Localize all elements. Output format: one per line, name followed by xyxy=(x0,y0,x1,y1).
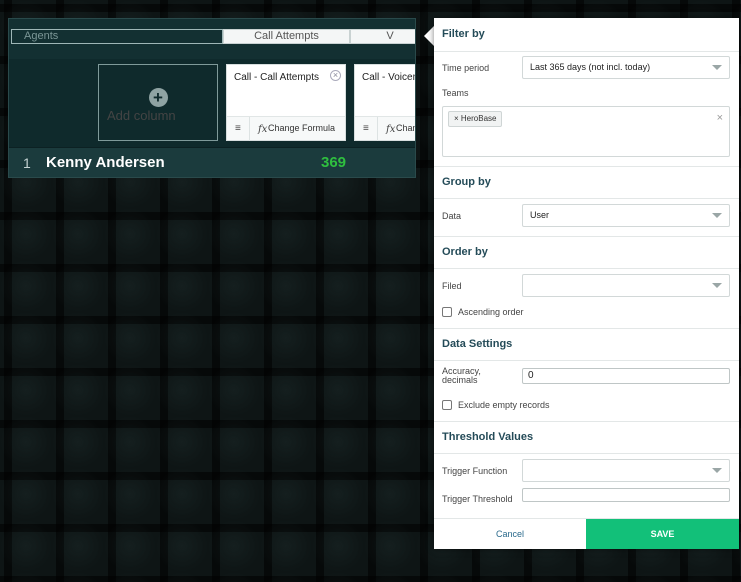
drag-handle-icon[interactable]: ≡ xyxy=(363,123,369,134)
group-data-value: User xyxy=(530,210,550,220)
formula-icon: fx xyxy=(258,124,268,135)
divider xyxy=(434,421,739,422)
plus-icon: + xyxy=(148,88,168,107)
chevron-down-icon xyxy=(712,65,722,70)
group-data-select[interactable]: User xyxy=(522,204,730,227)
trigger-threshold-label: Trigger Threshold xyxy=(442,494,513,504)
ascending-order-label: Ascending order xyxy=(458,307,524,317)
threshold-values-title: Threshold Values xyxy=(442,431,534,443)
accuracy-decimals-value: 0 xyxy=(528,370,534,381)
group-data-label: Data xyxy=(442,211,462,221)
divider xyxy=(434,453,739,454)
agents-header-cell[interactable]: Agents xyxy=(11,29,223,44)
widget-header-row: Agents Call Attempts V xyxy=(9,19,415,59)
clear-icon[interactable]: × xyxy=(717,112,723,124)
divider xyxy=(434,198,739,199)
table-row: 1 Kenny Andersen 369 xyxy=(9,147,415,177)
chevron-down-icon xyxy=(712,468,722,473)
column-header-voicemail[interactable]: V xyxy=(350,29,415,44)
trigger-function-select[interactable] xyxy=(522,459,730,482)
save-button[interactable]: SAVE xyxy=(586,519,739,549)
add-column-label: Add column xyxy=(107,108,176,123)
cancel-button[interactable]: Cancel xyxy=(434,519,586,549)
divider xyxy=(434,328,739,329)
column-card-title: Call - Call Attempts xyxy=(234,72,320,83)
order-by-title: Order by xyxy=(442,246,488,258)
time-period-label: Time period xyxy=(442,63,490,73)
column-header-call-attempts[interactable]: Call Attempts xyxy=(223,29,350,44)
remove-column-icon[interactable]: × xyxy=(330,70,341,81)
order-field-label: Filed xyxy=(442,281,462,291)
trigger-threshold-input[interactable] xyxy=(522,488,730,502)
formula-icon: fx xyxy=(386,124,396,135)
exclude-empty-checkbox[interactable] xyxy=(442,400,452,410)
divider xyxy=(434,51,739,52)
row-rank: 1 xyxy=(23,155,31,171)
order-field-select[interactable] xyxy=(522,274,730,297)
teams-label: Teams xyxy=(442,88,469,98)
divider xyxy=(249,117,250,141)
accuracy-decimals-input[interactable]: 0 xyxy=(522,368,730,384)
ascending-order-checkbox[interactable] xyxy=(442,307,452,317)
time-period-select[interactable]: Last 365 days (not incl. today) xyxy=(522,56,730,79)
column-card-voicemail: Call - Voicem ≡ fx Chan xyxy=(354,64,416,141)
change-formula-button[interactable]: Chan xyxy=(396,123,415,133)
divider xyxy=(434,166,739,167)
leaderboard-widget: Agents Call Attempts V + Add column Call… xyxy=(8,18,416,178)
column-card-footer: ≡ fx Chan xyxy=(355,116,415,141)
divider xyxy=(434,236,739,237)
column-card-title: Call - Voicem xyxy=(362,72,416,83)
divider xyxy=(434,268,739,269)
remove-tag-icon[interactable]: × xyxy=(454,114,461,123)
team-tag-label: HeroBase xyxy=(460,114,497,123)
column-card-call-attempts: Call - Call Attempts × ≡ fx Change Formu… xyxy=(226,64,346,141)
data-settings-title: Data Settings xyxy=(442,338,513,350)
add-column-button[interactable]: + Add column xyxy=(98,64,218,141)
drag-handle-icon[interactable]: ≡ xyxy=(235,123,241,134)
group-by-title: Group by xyxy=(442,176,491,188)
chevron-down-icon xyxy=(712,213,722,218)
column-card-footer: ≡ fx Change Formula xyxy=(227,116,345,141)
change-formula-button[interactable]: Change Formula xyxy=(268,123,335,133)
team-tag[interactable]: × HeroBase xyxy=(448,111,503,127)
row-call-attempts-value: 369 xyxy=(321,154,347,171)
accuracy-label-line2: decimals xyxy=(442,375,478,385)
divider xyxy=(434,360,739,361)
trigger-function-label: Trigger Function xyxy=(442,466,508,476)
panel-footer: Cancel SAVE xyxy=(434,518,739,549)
divider xyxy=(377,117,378,141)
filter-by-title: Filter by xyxy=(442,28,485,40)
row-agent-name: Kenny Andersen xyxy=(46,154,165,171)
chevron-down-icon xyxy=(712,283,722,288)
teams-multiselect[interactable]: × HeroBase × xyxy=(442,106,730,157)
time-period-value: Last 365 days (not incl. today) xyxy=(530,62,651,72)
column-config-area: + Add column Call - Call Attempts × ≡ fx… xyxy=(9,59,415,147)
widget-settings-panel: Filter by Time period Last 365 days (not… xyxy=(434,18,739,549)
exclude-empty-label: Exclude empty records xyxy=(458,400,550,410)
